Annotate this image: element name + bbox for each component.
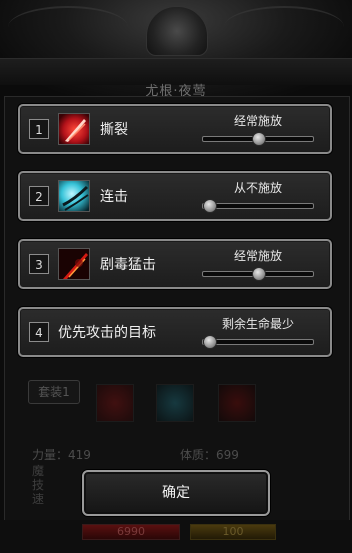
confirm-button[interactable]: 确定 — [82, 470, 270, 516]
slider-thumb[interactable] — [203, 335, 217, 349]
skill-name: 撕裂 — [100, 122, 128, 138]
suit-button: 套装1 — [28, 380, 80, 404]
slider-thumb[interactable] — [252, 267, 266, 281]
stat-constitution: 体质：699 — [180, 448, 239, 462]
cast-frequency-label: 经常施放 — [233, 114, 282, 128]
skill-name: 剧毒猛击 — [100, 257, 156, 273]
rend-skill-icon — [58, 113, 90, 145]
skill-slot-number: 4 — [29, 322, 49, 342]
skill-row-2: 2 连击 从不施放 — [18, 171, 332, 221]
combo-skill-icon — [58, 180, 90, 212]
skill-slot-number: 3 — [29, 254, 49, 274]
crest-ornament-icon — [146, 6, 208, 56]
stat-label: 速 — [32, 492, 45, 506]
skill-slot-number: 1 — [29, 119, 49, 139]
skill-row-3: 3 剧毒猛击 经常施放 — [18, 239, 332, 289]
skill-row-1: 1 撕裂 经常施放 — [18, 104, 332, 154]
target-priority-value: 剩余生命最少 — [221, 317, 294, 331]
target-priority-slider[interactable] — [202, 335, 314, 349]
cast-frequency-label: 从不施放 — [233, 181, 282, 195]
cast-frequency-slider[interactable] — [202, 199, 314, 213]
target-priority-row: 4 优先攻击的目标 剩余生命最少 — [18, 307, 332, 357]
rend-skill-icon — [96, 384, 134, 422]
poison-strike-skill-icon — [218, 384, 256, 422]
slider-thumb[interactable] — [252, 132, 266, 146]
target-priority-label: 优先攻击的目标 — [58, 325, 156, 341]
stat-strength: 力量：419 — [32, 448, 91, 462]
cast-frequency-slider[interactable] — [202, 267, 314, 281]
resource-red: 6990 — [82, 524, 180, 540]
skill-slot-number: 2 — [29, 186, 49, 206]
cast-frequency-slider[interactable] — [202, 132, 314, 146]
slider-thumb[interactable] — [203, 199, 217, 213]
resource-gold: 100 — [190, 524, 276, 540]
poison-strike-skill-icon — [58, 248, 90, 280]
skill-name: 连击 — [100, 189, 128, 205]
combo-skill-icon — [156, 384, 194, 422]
cast-frequency-label: 经常施放 — [233, 249, 282, 263]
